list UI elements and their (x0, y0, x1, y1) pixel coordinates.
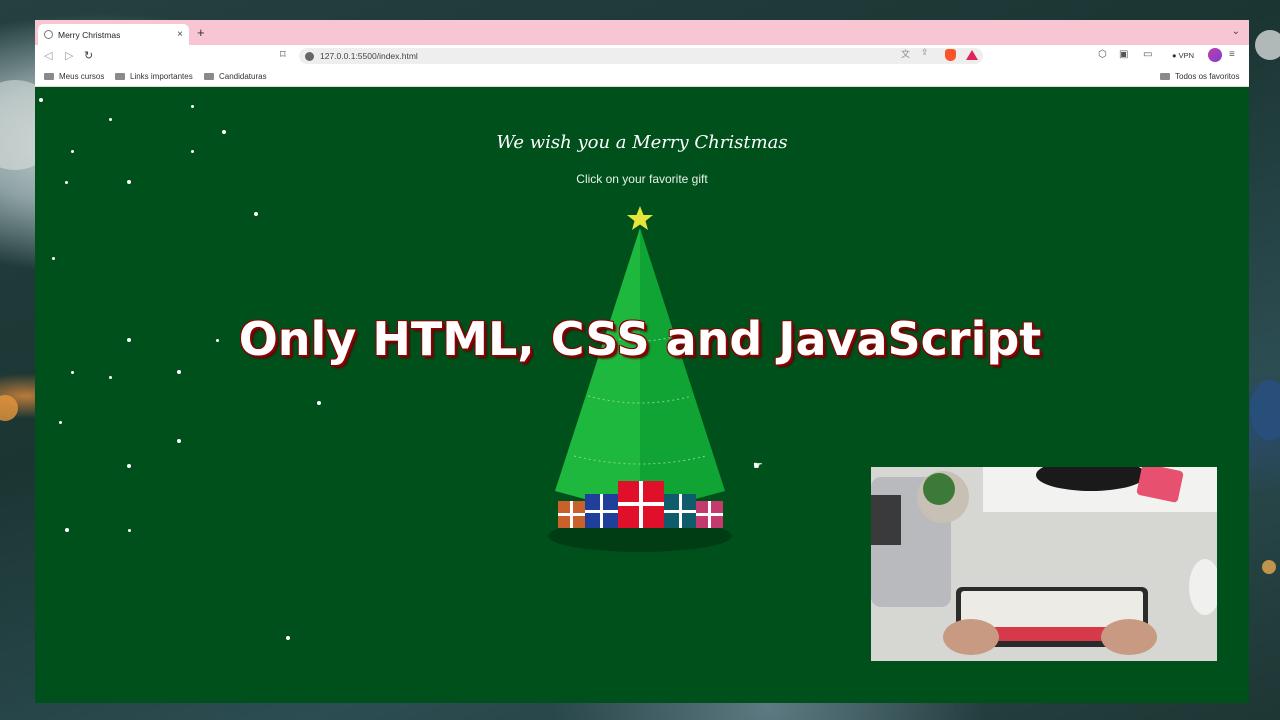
snowflake (39, 98, 43, 102)
webcam-inset (871, 467, 1217, 661)
folder-icon (44, 73, 54, 80)
snowflake (52, 257, 55, 260)
snowflake (286, 636, 290, 640)
tab-merry-christmas[interactable]: Merry Christmas × (38, 24, 189, 45)
tab-strip: Merry Christmas × + ⌄ (35, 20, 1249, 45)
tab-title: Merry Christmas (58, 29, 121, 40)
snowflake (254, 212, 258, 216)
tree-left-half (555, 228, 640, 514)
page-subtitle: Click on your favorite gift (576, 172, 708, 186)
extensions-icon[interactable]: ⬡ (1098, 49, 1107, 60)
gift-red[interactable] (618, 481, 664, 528)
video-overlay-title: Only HTML, CSS and JavaScript (238, 312, 1042, 366)
tree-right-half (640, 228, 725, 514)
folder-icon (1160, 73, 1170, 80)
folder-icon (115, 73, 125, 80)
snowflake (109, 118, 112, 121)
bookmark-label: Links importantes (130, 72, 193, 81)
forward-icon[interactable]: ▷ (65, 49, 73, 62)
wallet-icon[interactable]: ▭ (1143, 49, 1152, 60)
bookmark-meus-cursos[interactable]: Meus cursos (44, 72, 104, 81)
all-bookmarks[interactable]: Todos os favoritos (1160, 72, 1239, 81)
favicon-globe-icon (44, 30, 53, 39)
bokeh-light (1250, 380, 1280, 440)
laptop-keys (871, 495, 901, 545)
vpn-label: VPN (1178, 51, 1195, 60)
bookmark-icon[interactable]: ⌑ (280, 48, 286, 61)
bookmark-links-importantes[interactable]: Links importantes (115, 72, 193, 81)
hand-right (1101, 619, 1157, 655)
gift-blue[interactable] (585, 494, 618, 528)
bookmark-label: Candidaturas (219, 72, 267, 81)
info-icon[interactable] (305, 51, 314, 61)
bokeh-light (1262, 560, 1276, 574)
christmas-tree (548, 206, 732, 552)
snowflake (191, 105, 194, 108)
page-headline: We wish you a Merry Christmas (496, 132, 788, 153)
close-icon[interactable]: × (177, 29, 183, 40)
hand-left (943, 619, 999, 655)
translate-icon[interactable]: 文 (901, 47, 910, 60)
folder-icon (204, 73, 214, 80)
browser-toolbar: ◁ ▷ ↻ ⌑ 127.0.0.1:5500/index.html 文 ⇪ ⬡ … (35, 45, 1249, 67)
bookmark-label: Todos os favoritos (1175, 72, 1240, 81)
snowflake (71, 371, 74, 374)
snowflake (127, 464, 131, 468)
vpn-button[interactable]: ● VPN (1172, 51, 1194, 60)
snowflake (65, 528, 69, 532)
menu-icon[interactable]: ≡ (1229, 49, 1235, 60)
bookmarks-bar: Meus cursos Links importantes Candidatur… (35, 67, 1249, 87)
bookmark-label: Meus cursos (59, 72, 105, 81)
snowflake (128, 529, 131, 532)
snowflake (177, 439, 181, 443)
url-text: 127.0.0.1:5500/index.html (320, 51, 418, 61)
brave-shield-icon[interactable] (945, 49, 956, 61)
profile-avatar[interactable] (1208, 48, 1222, 62)
snowflake (109, 376, 112, 379)
bookmark-candidaturas[interactable]: Candidaturas (204, 72, 267, 81)
snowflake (59, 421, 62, 424)
gift-orange[interactable] (558, 501, 585, 528)
gift-teal[interactable] (664, 494, 696, 528)
brave-rewards-icon[interactable] (966, 50, 978, 60)
address-bar[interactable]: 127.0.0.1:5500/index.html (299, 48, 983, 64)
cursor-icon: ☛ (753, 460, 763, 472)
sidebar-icon[interactable]: ▣ (1119, 49, 1128, 60)
plus-icon[interactable]: + (197, 25, 205, 40)
star-icon (627, 206, 653, 230)
bokeh-light (0, 395, 18, 421)
reload-icon[interactable]: ↻ (84, 49, 93, 62)
gift-pink[interactable] (696, 501, 723, 528)
plant (923, 473, 955, 505)
back-icon[interactable]: ◁ (44, 49, 52, 62)
bokeh-light (1255, 30, 1280, 60)
snowflake (177, 370, 181, 374)
share-icon[interactable]: ⇪ (921, 47, 929, 58)
tab-search-chevron-icon[interactable]: ⌄ (1232, 26, 1240, 37)
snowflake (317, 401, 321, 405)
